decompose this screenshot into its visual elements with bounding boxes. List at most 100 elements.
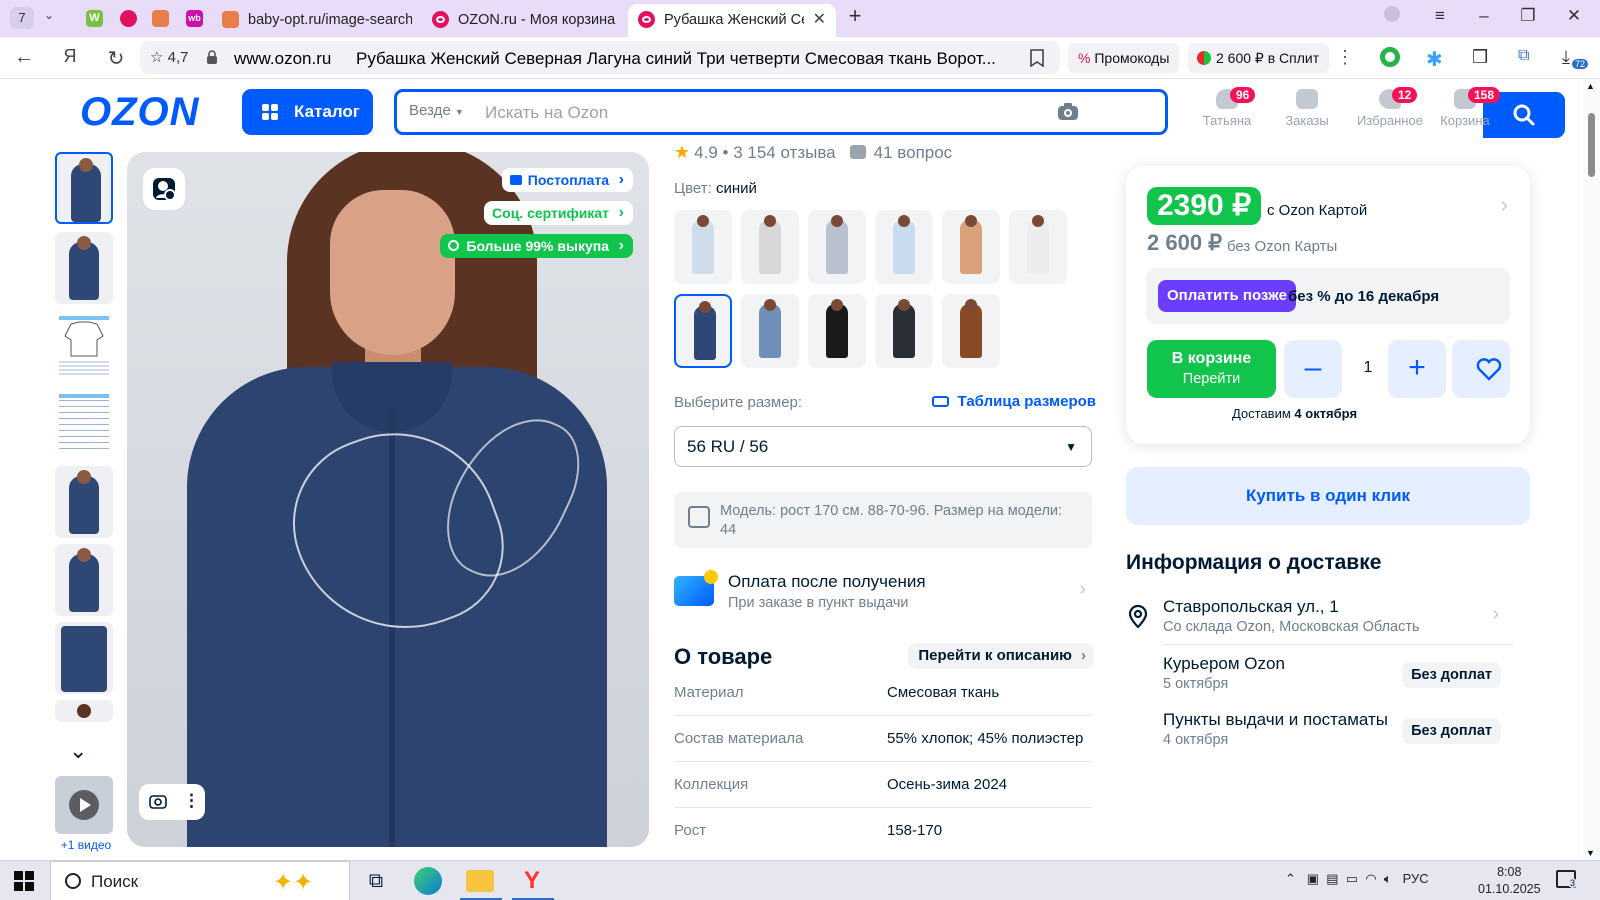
product-main-image[interactable]: Постоплата Соц. сертификат Больше 99% вы… bbox=[127, 152, 649, 847]
task-view-icon[interactable]: ⧉ bbox=[362, 867, 390, 895]
tab-ozon-cart[interactable]: OZON.ru - Моя корзина bbox=[422, 4, 622, 37]
bookmark-icon[interactable] bbox=[1030, 49, 1044, 72]
notifications-icon[interactable]: 3 bbox=[1556, 870, 1578, 888]
menu-bars-icon[interactable]: ≡ bbox=[1428, 6, 1452, 26]
color-swatch[interactable] bbox=[741, 210, 799, 284]
pinned-tab-wb-icon[interactable]: wb bbox=[186, 10, 203, 27]
search-input[interactable] bbox=[485, 101, 1025, 125]
url-field[interactable]: ☆ 4,7 www.ozon.ru Рубашка Женский Северн… bbox=[140, 41, 1060, 74]
maximize-icon[interactable]: ❐ bbox=[1516, 6, 1540, 26]
gallery-thumb[interactable] bbox=[55, 622, 113, 694]
close-tab-icon[interactable]: ✕ bbox=[813, 5, 826, 34]
header-cart[interactable]: 158 Корзина bbox=[1430, 87, 1501, 128]
color-swatch[interactable] bbox=[875, 294, 933, 368]
size-select[interactable]: 56 RU / 56 ▼ bbox=[674, 426, 1092, 467]
battery-icon[interactable]: ▭ bbox=[1346, 871, 1358, 886]
scroll-down-icon[interactable]: ▼ bbox=[1586, 848, 1595, 858]
tab-baby-opt[interactable]: baby-opt.ru/image-search bbox=[212, 4, 412, 37]
wifi-icon[interactable]: ◠ bbox=[1365, 871, 1376, 886]
edge-icon[interactable] bbox=[414, 867, 442, 895]
color-swatch[interactable] bbox=[674, 294, 732, 368]
tray-chat-icon[interactable]: ▤ bbox=[1326, 871, 1338, 886]
scroll-up-icon[interactable]: ▲ bbox=[1586, 81, 1595, 91]
buy-one-click-button[interactable]: Купить в один клик bbox=[1126, 467, 1530, 525]
thumbs-scroll-down-icon[interactable]: ⌄ bbox=[69, 738, 87, 764]
gallery-thumb[interactable] bbox=[55, 700, 113, 722]
close-window-icon[interactable]: ✕ bbox=[1562, 6, 1586, 26]
color-swatch[interactable] bbox=[674, 210, 732, 284]
color-swatch[interactable] bbox=[875, 210, 933, 284]
gallery-thumb[interactable] bbox=[55, 232, 113, 304]
extension-star-icon[interactable]: ✱ bbox=[1426, 47, 1448, 71]
header-orders[interactable]: Заказы bbox=[1272, 89, 1342, 128]
decrease-quantity-button[interactable]: – bbox=[1284, 340, 1342, 398]
tab-product-active[interactable]: Рубашка Женский Северная Лагуна ✕ bbox=[628, 4, 836, 37]
pay-later-button[interactable]: Оплатить позже bbox=[1158, 280, 1296, 312]
go-to-description-button[interactable]: Перейти к описанию bbox=[908, 643, 1094, 669]
extension-translate-icon[interactable]: ⧉ bbox=[1518, 47, 1540, 69]
site-rating[interactable]: ☆ 4,7 bbox=[150, 48, 188, 66]
back-arrow-icon[interactable]: ← bbox=[12, 46, 36, 69]
camera-icon[interactable] bbox=[149, 793, 167, 814]
reviews-link[interactable]: 3 154 отзыва bbox=[733, 143, 835, 162]
search-scope-select[interactable]: Везде ▼ bbox=[409, 102, 464, 119]
yandex-browser-icon[interactable]: Y bbox=[518, 867, 546, 895]
lock-icon[interactable] bbox=[206, 50, 218, 64]
gallery-thumb[interactable] bbox=[55, 466, 113, 538]
tray-app-icon[interactable]: ▣ bbox=[1307, 871, 1319, 886]
gallery-thumb[interactable] bbox=[55, 544, 113, 616]
gallery-thumb[interactable] bbox=[55, 310, 113, 382]
delivery-address[interactable]: Ставропольская ул., 1 Со склада Ozon, Мо… bbox=[1163, 597, 1513, 635]
tray-chevron-up-icon[interactable]: ⌃ bbox=[1285, 871, 1296, 886]
more-kebab-icon[interactable]: ⋮ bbox=[1336, 47, 1354, 68]
pinned-tab-gift-icon[interactable] bbox=[152, 10, 169, 27]
postpay-badge[interactable]: Постоплата bbox=[501, 168, 633, 192]
color-swatch[interactable] bbox=[741, 294, 799, 368]
pinned-tab-w-icon[interactable]: W bbox=[86, 10, 103, 27]
rating-row[interactable]: ★ 4.9 • 3 154 отзыва 41 вопрос bbox=[674, 142, 952, 163]
video-count-link[interactable]: +1 видео bbox=[55, 838, 117, 852]
clock[interactable]: 8:08 01.10.2025 bbox=[1478, 864, 1541, 898]
file-explorer-icon[interactable] bbox=[466, 870, 494, 892]
catalog-button[interactable]: Каталог bbox=[242, 89, 373, 135]
yandex-icon[interactable]: Я bbox=[58, 46, 82, 67]
color-swatch[interactable] bbox=[1009, 210, 1067, 284]
gallery-thumb[interactable] bbox=[55, 152, 113, 224]
promocodes-chip[interactable]: % Промокоды bbox=[1068, 43, 1180, 73]
extension-ring-icon[interactable] bbox=[1380, 47, 1402, 69]
gallery-thumb[interactable] bbox=[55, 388, 113, 460]
header-favorites[interactable]: 12 Избранное bbox=[1350, 87, 1430, 128]
page-scrollbar[interactable]: ▲ ▼ bbox=[1583, 79, 1600, 860]
questions-link[interactable]: 41 вопрос bbox=[874, 143, 953, 162]
reload-icon[interactable]: ↻ bbox=[104, 46, 128, 71]
minimize-icon[interactable]: – bbox=[1472, 6, 1496, 26]
chevron-right-icon[interactable]: › bbox=[1501, 192, 1508, 218]
color-swatch[interactable] bbox=[942, 294, 1000, 368]
volume-icon[interactable]: 🔈︎ bbox=[1384, 871, 1392, 886]
downloads-icon[interactable]: ⤓ 72 bbox=[1562, 47, 1589, 69]
profile-icon[interactable] bbox=[1380, 6, 1404, 27]
color-swatch[interactable] bbox=[942, 210, 1000, 284]
color-swatch[interactable] bbox=[808, 294, 866, 368]
taskbar-search[interactable]: Поиск ✦✦ bbox=[50, 861, 350, 900]
size-table-link[interactable]: Таблица размеров bbox=[931, 393, 1096, 410]
social-certificate-badge[interactable]: Соц. сертификат bbox=[484, 201, 633, 225]
tab-counter[interactable]: 7 bbox=[10, 7, 34, 29]
windows-start-icon[interactable] bbox=[14, 871, 34, 891]
buyout-badge[interactable]: Больше 99% выкупа bbox=[440, 234, 633, 258]
split-chip[interactable]: 2 600 ₽ в Сплит bbox=[1188, 43, 1330, 73]
add-to-favorites-button[interactable] bbox=[1452, 340, 1510, 398]
image-search-button[interactable] bbox=[143, 168, 185, 210]
pay-after-delivery[interactable]: Оплата после получения При заказе в пунк… bbox=[674, 570, 1092, 620]
header-profile[interactable]: 96 Татьяна bbox=[1192, 87, 1262, 128]
pinned-tab-ozon-icon[interactable] bbox=[120, 10, 137, 27]
more-kebab-icon[interactable]: ⋮ bbox=[183, 791, 200, 811]
language-indicator[interactable]: РУС bbox=[1403, 871, 1429, 886]
new-tab-plus-icon[interactable]: + bbox=[843, 3, 867, 29]
in-cart-button[interactable]: В корзине Перейти bbox=[1147, 340, 1276, 398]
color-swatch[interactable] bbox=[808, 210, 866, 284]
video-thumb[interactable] bbox=[55, 776, 113, 834]
increase-quantity-button[interactable]: + bbox=[1388, 340, 1446, 398]
tab-list-chevron-icon[interactable]: ⌄ bbox=[44, 8, 54, 22]
scroll-thumb[interactable] bbox=[1588, 113, 1595, 177]
